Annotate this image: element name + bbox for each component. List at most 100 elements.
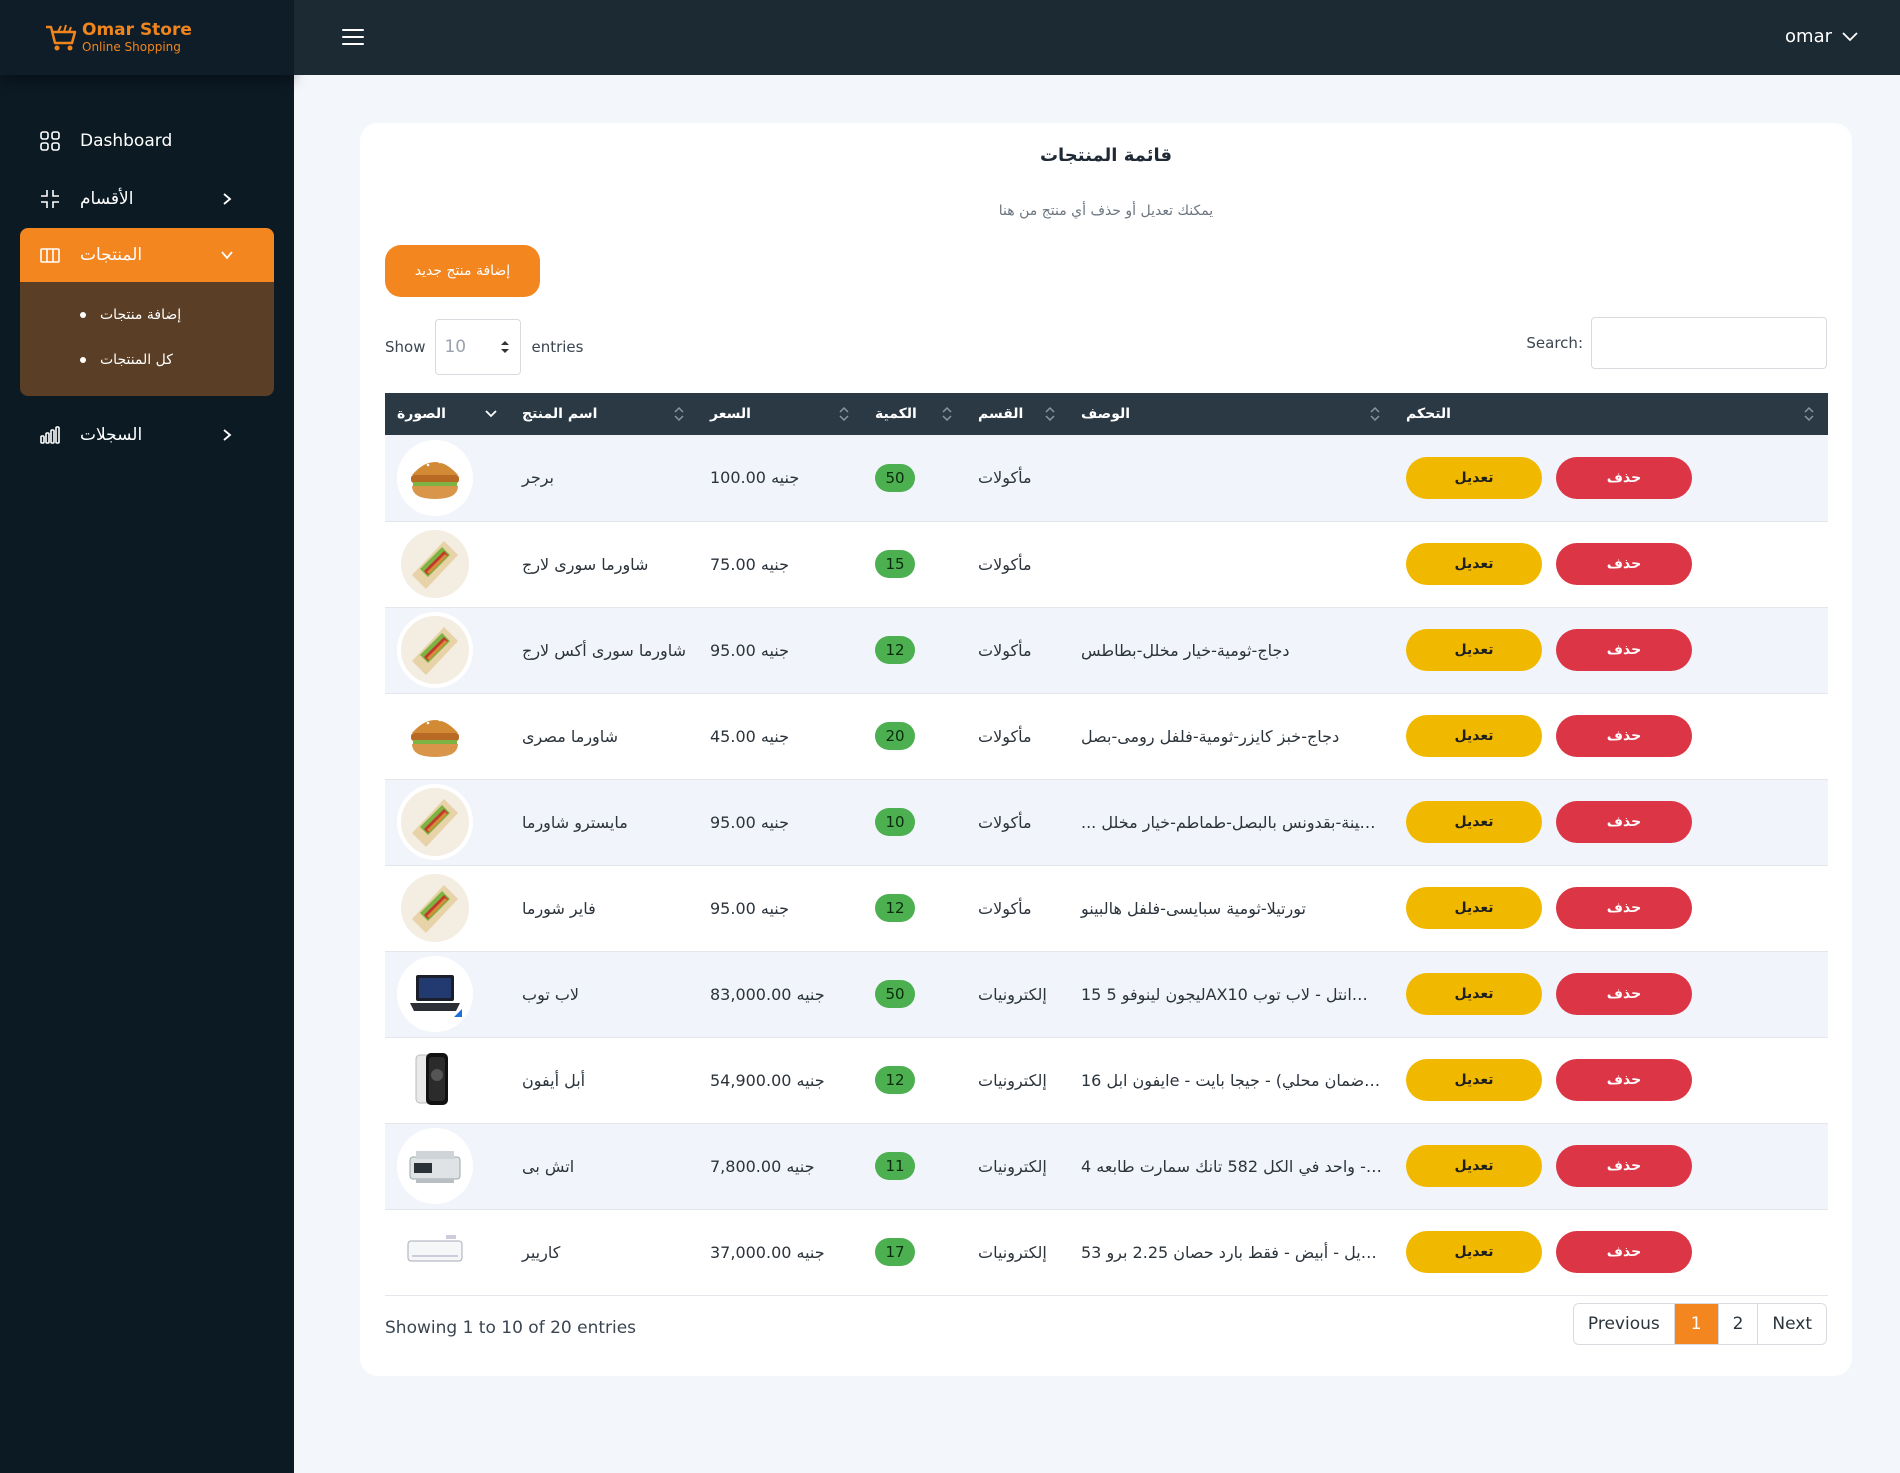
cell-qty: 15 bbox=[863, 521, 966, 607]
column-header-qty[interactable]: الكمية bbox=[863, 393, 966, 435]
cell-actions: تعديل حذف bbox=[1394, 865, 1828, 951]
cell-category: إلكترونيات bbox=[978, 984, 1047, 1004]
cell-actions: تعديل حذف bbox=[1394, 1123, 1828, 1209]
cell-category: مأكولات bbox=[978, 812, 1032, 832]
cell-image bbox=[385, 435, 510, 521]
submenu-item-add-products[interactable]: إضافة منتجات bbox=[20, 292, 274, 337]
sidebar-item-label: السجلات bbox=[80, 425, 143, 445]
cell-image bbox=[385, 521, 510, 607]
cell-qty: 17 bbox=[863, 1209, 966, 1295]
delete-button[interactable]: حذف bbox=[1556, 887, 1692, 929]
cell-description: 15 5 ليجون لينوفوAX10 كور ®انتل - لاب تو… bbox=[1081, 984, 1394, 1004]
edit-button[interactable]: تعديل bbox=[1406, 629, 1542, 671]
sidebar-item-products[interactable]: المنتجات bbox=[20, 228, 274, 282]
edit-button[interactable]: تعديل bbox=[1406, 543, 1542, 585]
grid-icon bbox=[40, 131, 60, 151]
edit-button[interactable]: تعديل bbox=[1406, 887, 1542, 929]
edit-button[interactable]: تعديل bbox=[1406, 1059, 1542, 1101]
edit-button[interactable]: تعديل bbox=[1406, 715, 1542, 757]
sidebar-nav: Dashboard الأقسام المنتجات إضافة منتجات … bbox=[0, 112, 294, 464]
cell-actions: تعديل حذف bbox=[1394, 1209, 1828, 1295]
column-header-image[interactable]: الصورة bbox=[385, 393, 510, 435]
delete-button[interactable]: حذف bbox=[1556, 543, 1692, 585]
cell-description: 16 ايفون ابلe - ابيض (ضمان محلي) - جيجا … bbox=[1081, 1070, 1394, 1090]
delete-button[interactable]: حذف bbox=[1556, 715, 1692, 757]
cell-price: 75.00 جنيه bbox=[710, 554, 790, 574]
cell-actions: تعديل حذف bbox=[1394, 951, 1828, 1037]
delete-button[interactable]: حذف bbox=[1556, 1059, 1692, 1101]
brand[interactable]: Omar Store Online Shopping bbox=[0, 0, 294, 75]
table-header-row: الصورة اسم المنتج السعر الكمية القسم الو… bbox=[385, 393, 1828, 435]
edit-button[interactable]: تعديل bbox=[1406, 801, 1542, 843]
add-product-button[interactable]: إضافة منتج جديد bbox=[385, 245, 540, 297]
pagination-page-1[interactable]: 1 bbox=[1673, 1304, 1718, 1344]
sidebar-item-label: المنتجات bbox=[80, 245, 143, 265]
table-row: فاير شورما 95.00 جنيه 12 مأكولات تورتيلا-ثوم… bbox=[385, 865, 1828, 951]
menu-toggle-icon[interactable] bbox=[342, 29, 364, 47]
edit-button[interactable]: تعديل bbox=[1406, 973, 1542, 1015]
pagination-next[interactable]: Next bbox=[1757, 1304, 1826, 1344]
search-input[interactable] bbox=[1591, 317, 1827, 369]
pagination-page-2[interactable]: 2 bbox=[1717, 1304, 1758, 1344]
cell-image bbox=[385, 1123, 510, 1209]
delete-button[interactable]: حذف bbox=[1556, 456, 1692, 499]
cell-description: دجاج-خبز كايزر-ثومية-فلفل رومى-بصل bbox=[1081, 726, 1340, 746]
cell-description: 53 موديل - أبيض - فقط بارد حصان 2.25 برو… bbox=[1081, 1242, 1394, 1262]
sort-icon bbox=[1370, 406, 1380, 422]
sidebar-item-logs[interactable]: السجلات bbox=[0, 406, 294, 464]
cell-category: مأكولات bbox=[978, 554, 1032, 574]
delete-button[interactable]: حذف bbox=[1556, 1145, 1692, 1187]
column-header-price[interactable]: السعر bbox=[698, 393, 863, 435]
cell-category: مأكولات bbox=[978, 726, 1032, 746]
submenu-item-all-products[interactable]: كل المنتجات bbox=[20, 337, 274, 382]
bullet-icon bbox=[80, 356, 86, 363]
cell-description bbox=[1069, 435, 1394, 521]
edit-button[interactable]: تعديل bbox=[1406, 456, 1542, 499]
table-row: شاورما سورى أكس لارج 95.00 جنيه 12 مأكولات د… bbox=[385, 607, 1828, 693]
brand-subtitle: Online Shopping bbox=[82, 40, 181, 54]
cell-category: مأكولات bbox=[978, 468, 1032, 488]
sidebar-item-label: الأقسام bbox=[80, 189, 134, 209]
qty-badge: 20 bbox=[875, 722, 915, 750]
delete-button[interactable]: حذف bbox=[1556, 973, 1692, 1015]
cell-category: مأكولات bbox=[978, 898, 1032, 918]
product-image bbox=[397, 698, 473, 774]
product-image bbox=[397, 1128, 473, 1204]
cell-image bbox=[385, 607, 510, 693]
qty-badge: 10 bbox=[875, 808, 915, 836]
cell-category: إلكترونيات bbox=[978, 1242, 1047, 1262]
table-row: شاورما سورى لارج 75.00 جنيه 15 مأكولات تعديل… bbox=[385, 521, 1828, 607]
delete-button[interactable]: حذف bbox=[1556, 1231, 1692, 1273]
products-card: قائمة المنتجات يمكنك تعديل أو حذف أي منت… bbox=[360, 123, 1852, 1376]
chevron-down-icon bbox=[221, 251, 233, 260]
cell-price: 95.00 جنيه bbox=[710, 640, 790, 660]
column-header-name[interactable]: اسم المنتج bbox=[510, 393, 698, 435]
products-table: الصورة اسم المنتج السعر الكمية القسم الو… bbox=[385, 393, 1828, 1296]
edit-button[interactable]: تعديل bbox=[1406, 1231, 1542, 1273]
products-submenu: إضافة منتجات كل المنتجات bbox=[20, 282, 274, 396]
delete-button[interactable]: حذف bbox=[1556, 801, 1692, 843]
delete-button[interactable]: حذف bbox=[1556, 629, 1692, 671]
user-menu[interactable]: omar bbox=[1785, 26, 1858, 47]
table-body: برجر 100.00 جنيه 50 مأكولات تعديل حذف شاورما س… bbox=[385, 435, 1828, 1295]
cell-description: 4 موديل - واحد في الكل 582 تانك سمارت طا… bbox=[1081, 1156, 1394, 1176]
cell-description bbox=[1069, 521, 1394, 607]
page-subtitle: يمكنك تعديل أو حذف أي منتج من هنا bbox=[998, 203, 1214, 219]
cell-price: 95.00 جنيه bbox=[710, 812, 790, 832]
sidebar-item-categories[interactable]: الأقسام bbox=[0, 170, 294, 228]
qty-badge: 17 bbox=[875, 1238, 915, 1266]
pagination-previous[interactable]: Previous bbox=[1573, 1304, 1674, 1344]
product-image bbox=[397, 1214, 473, 1290]
sidebar-item-dashboard[interactable]: Dashboard bbox=[0, 112, 294, 170]
entries-select[interactable]: 10 bbox=[435, 319, 522, 375]
cell-price: 45.00 جنيه bbox=[710, 726, 790, 746]
edit-button[interactable]: تعديل bbox=[1406, 1145, 1542, 1187]
cell-price: 54,900.00 جنيه bbox=[710, 1070, 825, 1090]
column-header-category[interactable]: القسم bbox=[966, 393, 1069, 435]
columns-icon bbox=[40, 245, 60, 265]
column-header-description[interactable]: الوصف bbox=[1069, 393, 1394, 435]
cell-category: إلكترونيات bbox=[978, 1156, 1047, 1176]
column-header-actions[interactable]: التحكم bbox=[1394, 393, 1828, 435]
sidebar-item-label: Dashboard bbox=[80, 131, 173, 151]
show-label: Show bbox=[385, 338, 426, 356]
